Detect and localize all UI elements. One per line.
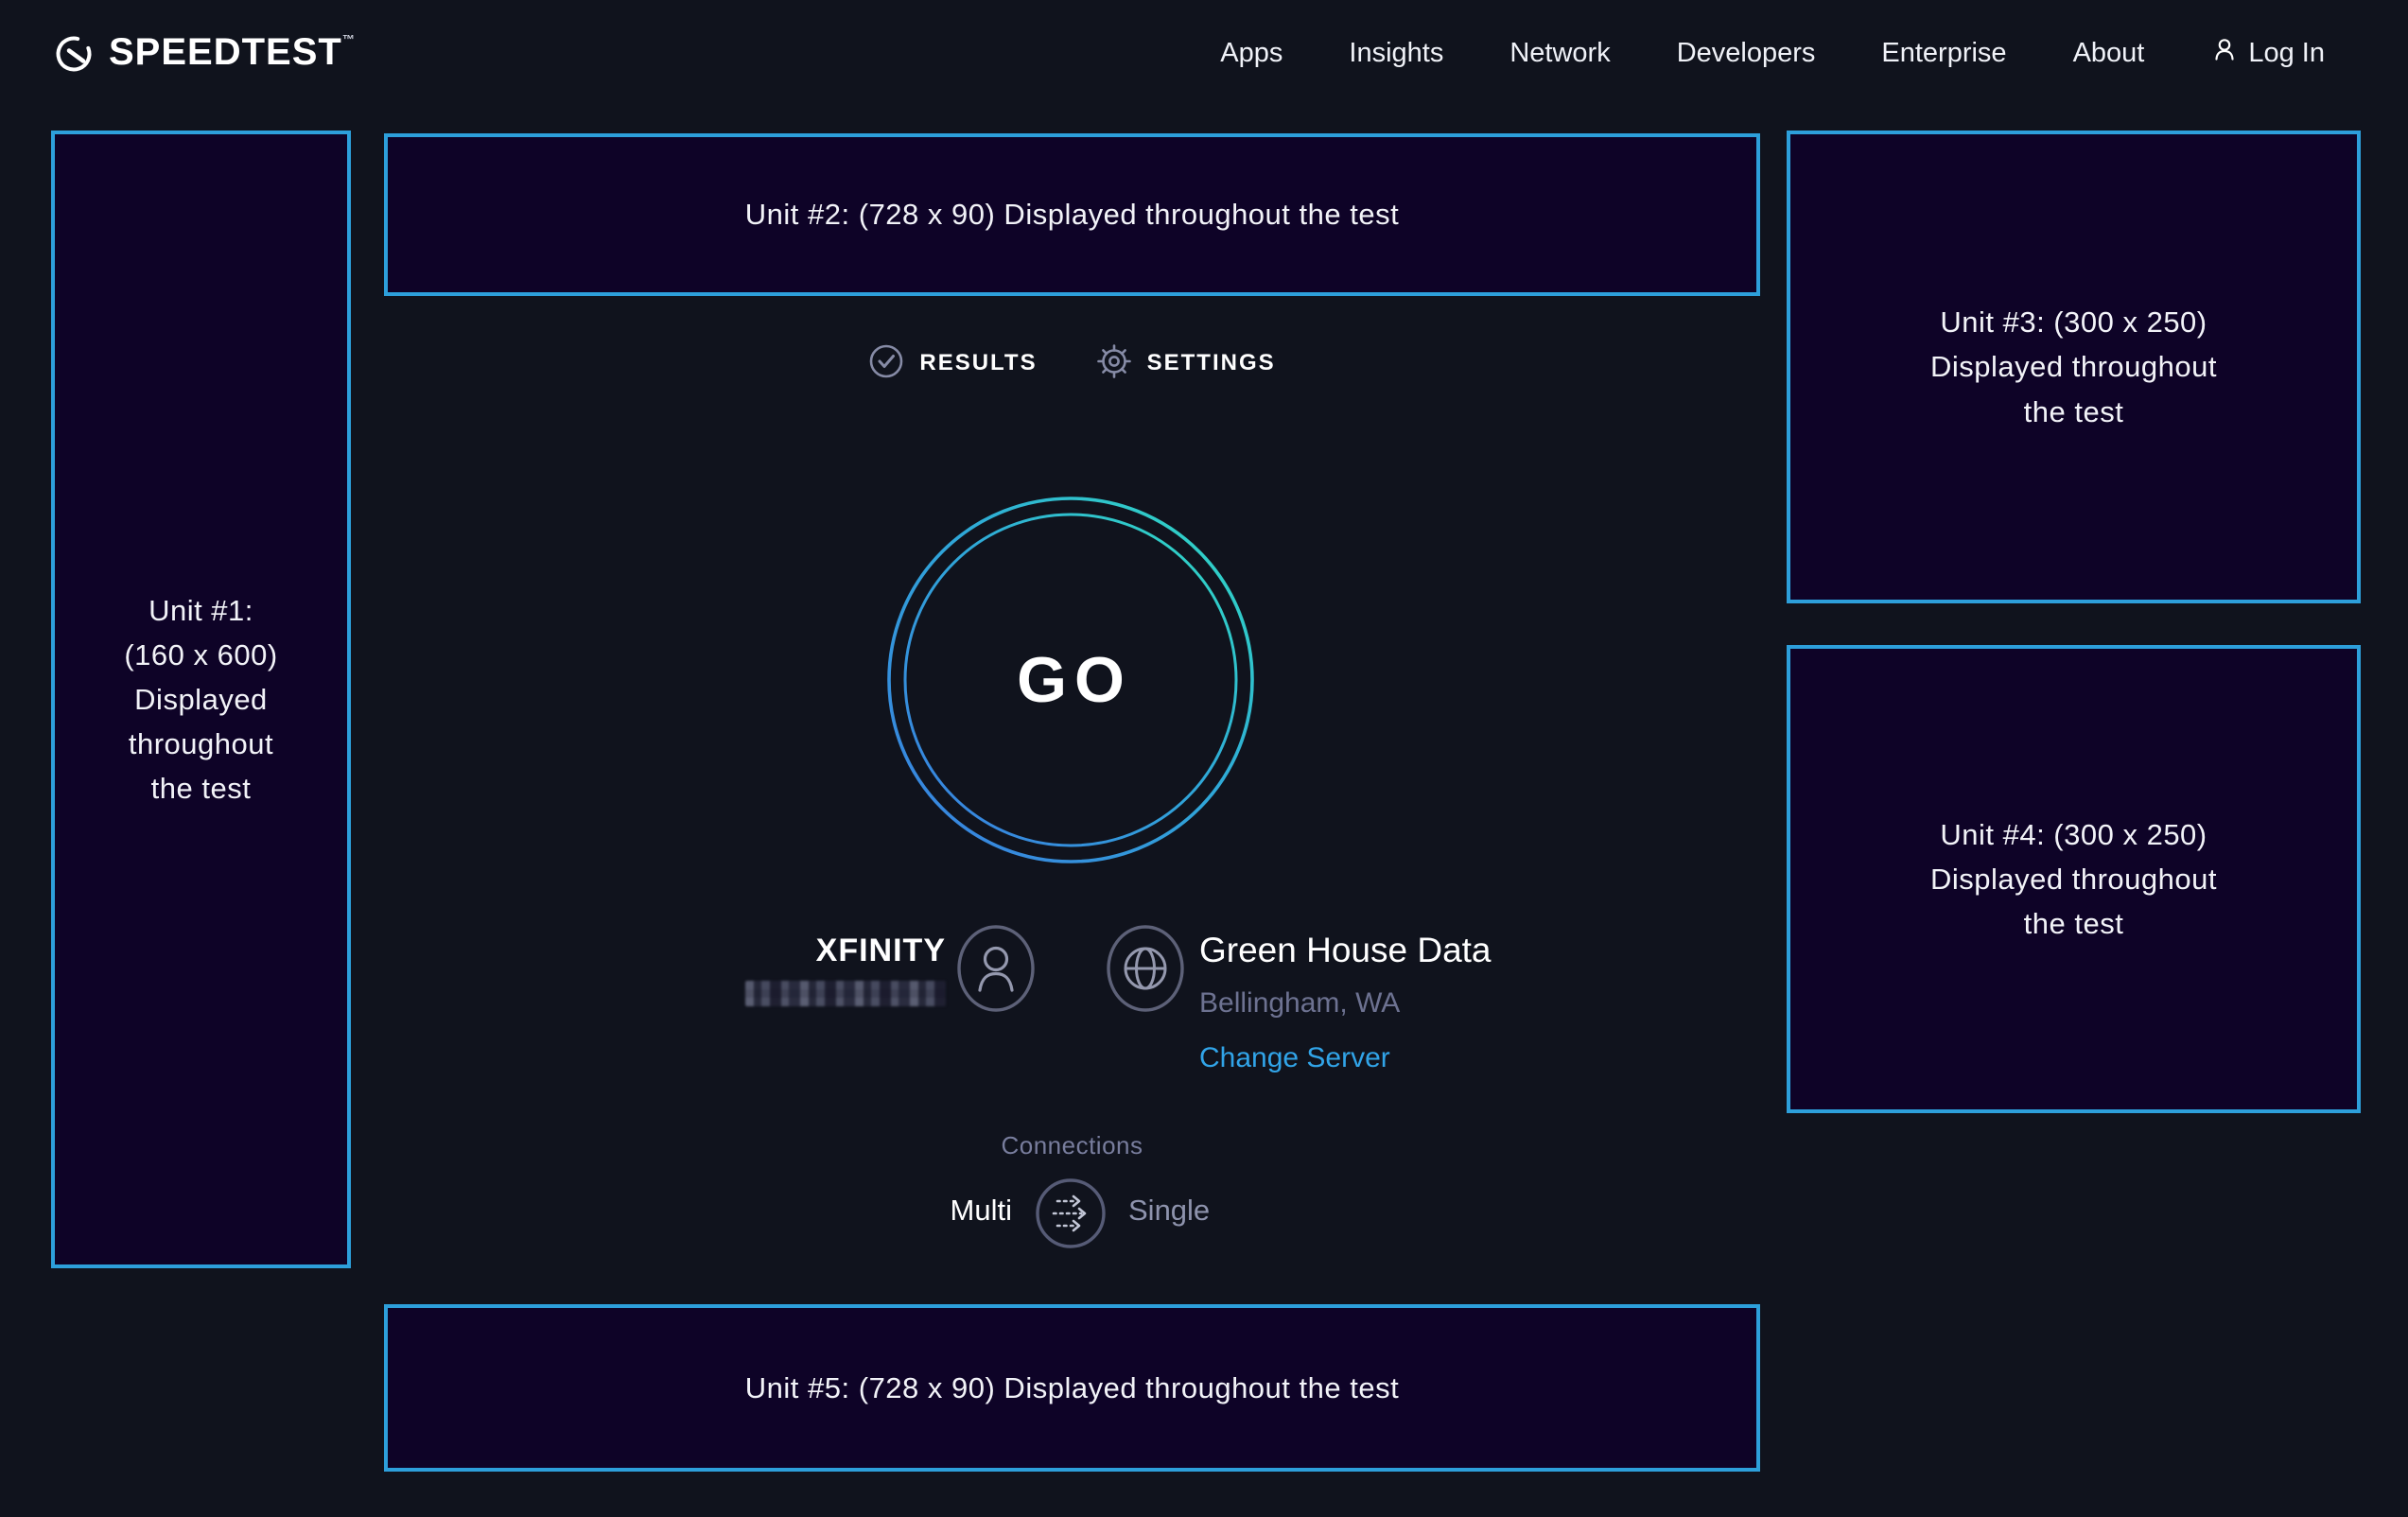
speedometer-icon [52, 30, 96, 76]
server-location: Bellingham, WA [1199, 987, 1492, 1020]
ad-unit-1[interactable]: Unit #1: (160 x 600) Displayed throughou… [51, 131, 351, 1268]
login-label: Log In [2248, 38, 2325, 69]
logo-trademark: ™ [342, 32, 356, 46]
tab-results-label: RESULTS [919, 350, 1037, 376]
nav-apps[interactable]: Apps [1220, 38, 1283, 69]
isp-person-icon [955, 923, 1037, 1019]
view-tabs: RESULTS [384, 339, 1760, 388]
multi-stream-arrows-icon [1034, 1177, 1108, 1250]
nav-enterprise[interactable]: Enterprise [1881, 38, 2006, 69]
ad-unit-4-text: Unit #4: (300 x 250) Displayed throughou… [1930, 812, 2217, 946]
ad-unit-2[interactable]: Unit #2: (728 x 90) Displayed throughout… [384, 133, 1760, 296]
change-server-link[interactable]: Change Server [1199, 1042, 1390, 1074]
tab-settings[interactable]: SETTINGS [1096, 343, 1276, 384]
isp-name: XFINITY [662, 933, 946, 969]
speedtest-logo[interactable]: SPEEDTEST™ [52, 30, 356, 76]
server-name: Green House Data [1199, 931, 1492, 970]
server-info: Green House Data Bellingham, WA Change S… [1199, 931, 1492, 1074]
logo-text: SPEEDTEST™ [109, 30, 356, 74]
ad-unit-1-text: Unit #1: (160 x 600) Displayed throughou… [124, 588, 277, 811]
gear-icon [1096, 343, 1132, 384]
connections-label: Connections [384, 1131, 1760, 1160]
tab-settings-label: SETTINGS [1147, 350, 1276, 376]
check-circle-icon [868, 343, 904, 384]
ad-unit-5[interactable]: Unit #5: (728 x 90) Displayed throughout… [384, 1304, 1760, 1472]
login-button[interactable]: Log In [2210, 35, 2325, 71]
server-globe-icon [1105, 923, 1186, 1019]
isp-detail-redacted [745, 981, 946, 1006]
header: SPEEDTEST™ Apps Insights Network Develop… [0, 0, 2408, 106]
person-icon [2210, 35, 2239, 71]
ad-unit-2-text: Unit #2: (728 x 90) Displayed throughout… [745, 192, 1399, 236]
isp-block: XFINITY [662, 933, 946, 1006]
tab-results[interactable]: RESULTS [868, 343, 1037, 384]
nav-insights[interactable]: Insights [1349, 38, 1443, 69]
ad-unit-3[interactable]: Unit #3: (300 x 250) Displayed throughou… [1787, 131, 2361, 603]
ad-unit-3-text: Unit #3: (300 x 250) Displayed throughou… [1930, 300, 2217, 433]
nav-network[interactable]: Network [1509, 38, 1610, 69]
ad-unit-5-text: Unit #5: (728 x 90) Displayed throughout… [745, 1366, 1399, 1410]
connections-toggle[interactable] [1034, 1177, 1108, 1250]
ad-unit-4[interactable]: Unit #4: (300 x 250) Displayed throughou… [1787, 645, 2361, 1113]
main-nav: Apps Insights Network Developers Enterpr… [1220, 35, 2325, 71]
connections-multi-option[interactable]: Multi [832, 1194, 1012, 1228]
connections-single-option[interactable]: Single [1128, 1194, 1210, 1228]
nav-developers[interactable]: Developers [1677, 38, 1816, 69]
speedtest-page: SPEEDTEST™ Apps Insights Network Develop… [0, 0, 2408, 1517]
nav-about[interactable]: About [2073, 38, 2145, 69]
go-button[interactable]: GO [886, 496, 1255, 864]
go-label: GO [886, 496, 1255, 864]
